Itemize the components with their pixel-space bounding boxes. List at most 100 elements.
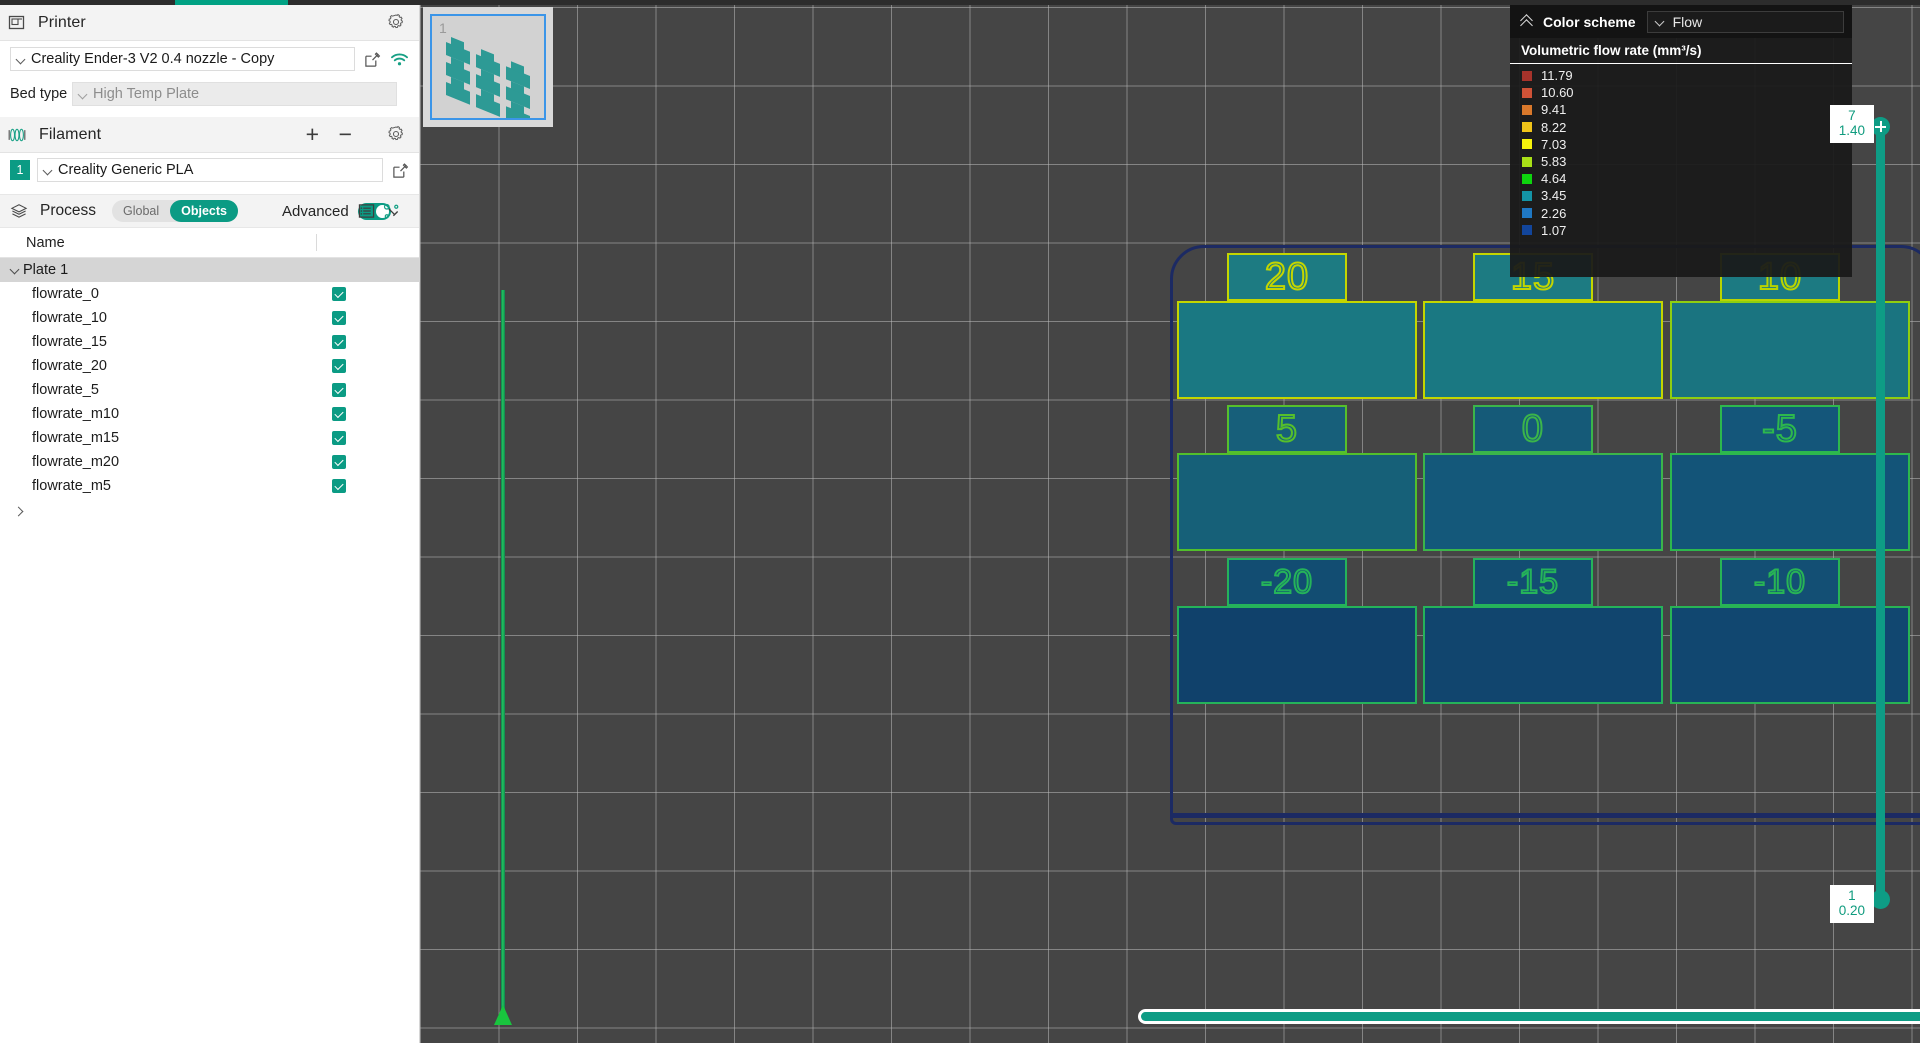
- object-list-header: Name: [0, 228, 419, 258]
- object-row[interactable]: flowrate_m10: [0, 402, 419, 426]
- legend-color-swatch: [1522, 104, 1532, 115]
- filament-index-badge[interactable]: 1: [10, 160, 30, 180]
- object-row[interactable]: flowrate_0: [0, 282, 419, 306]
- legend-entry: 2.26: [1510, 205, 1852, 222]
- legend-entry: 3.45: [1510, 187, 1852, 204]
- legend-value: 10.60: [1541, 85, 1574, 101]
- object-label-text: -5: [1761, 408, 1798, 450]
- chevron-down-icon: [79, 90, 88, 99]
- object-label-tag: 5: [1227, 405, 1347, 453]
- object-visible-checkbox[interactable]: [332, 407, 346, 421]
- printed-object[interactable]: 20: [1177, 253, 1417, 399]
- filament-settings-gear-icon[interactable]: [387, 125, 405, 143]
- advanced-label: Advanced: [282, 202, 349, 220]
- filament-panel-header: Filament + −: [0, 117, 419, 153]
- printer-edit-icon[interactable]: [364, 51, 381, 68]
- legend-color-swatch: [1522, 208, 1532, 219]
- layers-icon: [10, 203, 28, 219]
- filament-preset-value: Creality Generic PLA: [58, 162, 194, 178]
- plate-thumbnail[interactable]: 1: [430, 14, 546, 129]
- bed-type-value: High Temp Plate: [93, 86, 200, 102]
- printed-object[interactable]: 0: [1423, 405, 1663, 551]
- object-name: flowrate_m10: [32, 406, 120, 422]
- object-visible-checkbox[interactable]: [332, 335, 346, 349]
- layer-slider-lower-height: 0.20: [1838, 903, 1865, 918]
- segment-objects[interactable]: Objects: [170, 200, 238, 222]
- left-sidebar: Printer Creality Ender-3 V2 0.4 nozzle -…: [0, 5, 420, 1043]
- extruder-path-line: [501, 290, 505, 1010]
- printer-preset-value: Creality Ender-3 V2 0.4 nozzle - Copy: [31, 51, 275, 67]
- list-view-icon[interactable]: [358, 203, 375, 219]
- layer-slider-upper-height: 1.40: [1838, 123, 1865, 138]
- object-label-text: -15: [1506, 563, 1560, 601]
- printer-preset-row: Creality Ender-3 V2 0.4 nozzle - Copy: [0, 41, 419, 77]
- legend-entry: 4.64: [1510, 170, 1852, 187]
- layer-slider-upper-tooltip: 7 1.40: [1829, 105, 1874, 143]
- object-settings-icon[interactable]: [383, 203, 401, 220]
- object-name: flowrate_m20: [32, 454, 120, 470]
- layer-slider[interactable]: 7 1.40 1 0.20: [1829, 105, 1900, 925]
- object-row[interactable]: flowrate_20: [0, 354, 419, 378]
- object-label-text: -20: [1260, 563, 1314, 601]
- color-scheme-select[interactable]: Flow: [1646, 10, 1844, 33]
- legend-color-swatch: [1522, 122, 1532, 133]
- printed-object[interactable]: 5: [1177, 405, 1417, 551]
- object-row[interactable]: flowrate_10: [0, 306, 419, 330]
- object-label-tag: 20: [1227, 253, 1347, 301]
- move-slider[interactable]: 1803: [1138, 1007, 1920, 1027]
- expand-more-row[interactable]: [0, 498, 419, 524]
- filament-preset-combo[interactable]: Creality Generic PLA: [37, 158, 383, 182]
- printer-settings-gear-icon[interactable]: [387, 13, 405, 31]
- printed-object[interactable]: -20: [1177, 558, 1417, 704]
- legend-entries: 11.79 10.60 9.41 8.22 7.03 5.83 4.64 3.45 2.26 1.…: [1510, 64, 1852, 239]
- filament-edit-icon[interactable]: [392, 162, 409, 179]
- bed-type-row: Bed type High Temp Plate: [0, 77, 419, 111]
- legend-entry: 8.22: [1510, 119, 1852, 136]
- color-scheme-select-value: Flow: [1672, 13, 1703, 30]
- bed-type-combo[interactable]: High Temp Plate: [72, 82, 397, 106]
- object-visible-checkbox[interactable]: [332, 431, 346, 445]
- filament-panel-title: Filament: [39, 125, 102, 143]
- 3d-viewport[interactable]: 20 15 10 5 0 -5 -20 -15 -10 1 Color sche…: [420, 5, 1920, 1043]
- object-name: flowrate_10: [32, 310, 107, 326]
- printer-preset-combo[interactable]: Creality Ender-3 V2 0.4 nozzle - Copy: [10, 47, 355, 71]
- remove-filament-button[interactable]: −: [339, 123, 352, 146]
- object-row[interactable]: flowrate_m5: [0, 474, 419, 498]
- color-scheme-header: Color scheme Flow: [1510, 5, 1852, 38]
- object-visible-checkbox[interactable]: [332, 479, 346, 493]
- add-filament-button[interactable]: +: [306, 123, 319, 146]
- legend-value: 9.41: [1541, 102, 1567, 118]
- object-visible-checkbox[interactable]: [332, 359, 346, 373]
- legend-value: 11.79: [1541, 68, 1573, 84]
- object-name: flowrate_15: [32, 334, 107, 350]
- legend-color-swatch: [1522, 87, 1532, 98]
- legend-color-swatch: [1522, 190, 1532, 201]
- object-name: flowrate_20: [32, 358, 107, 374]
- chevron-up-icon[interactable]: [1518, 13, 1536, 31]
- chevron-right-icon[interactable]: [14, 506, 24, 516]
- layer-slider-track[interactable]: [1876, 127, 1885, 897]
- printer-panel-title: Printer: [38, 13, 86, 31]
- segment-global[interactable]: Global: [112, 200, 170, 222]
- legend-entry: 7.03: [1510, 136, 1852, 153]
- plate-thumbnail-panel[interactable]: 1: [423, 7, 553, 129]
- object-row[interactable]: flowrate_15: [0, 330, 419, 354]
- object-label-tag: 0: [1473, 405, 1593, 453]
- object-row[interactable]: flowrate_5: [0, 378, 419, 402]
- chevron-down-icon[interactable]: [10, 265, 20, 275]
- column-header-name: Name: [26, 234, 65, 251]
- object-visible-checkbox[interactable]: [332, 455, 346, 469]
- object-row[interactable]: flowrate_m20: [0, 450, 419, 474]
- object-rows-container: flowrate_0 flowrate_10 flowrate_15 flowrate…: [0, 282, 419, 498]
- wifi-icon[interactable]: [390, 52, 409, 67]
- object-visible-checkbox[interactable]: [332, 383, 346, 397]
- object-visible-checkbox[interactable]: [332, 311, 346, 325]
- legend-entry: 10.60: [1510, 84, 1852, 101]
- object-row[interactable]: flowrate_m15: [0, 426, 419, 450]
- object-visible-checkbox[interactable]: [332, 287, 346, 301]
- chevron-down-icon: [44, 166, 53, 175]
- legend-entry: 9.41: [1510, 101, 1852, 118]
- plate-group-row[interactable]: Plate 1: [0, 258, 419, 282]
- printed-object[interactable]: -15: [1423, 558, 1663, 704]
- plate-thumbnail-number: 1: [439, 20, 447, 36]
